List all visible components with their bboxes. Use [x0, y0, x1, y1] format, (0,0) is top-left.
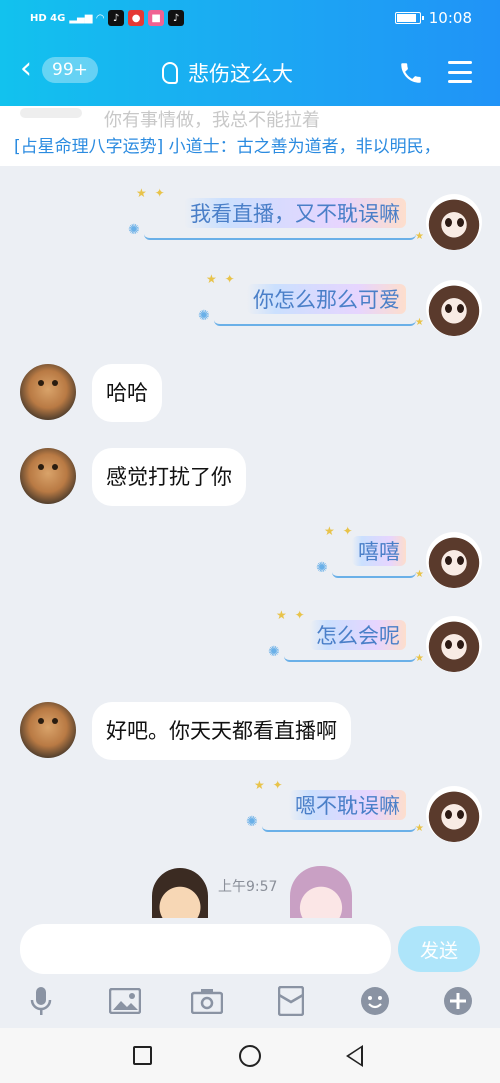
ear-icon [162, 62, 178, 84]
status-time: 10:08 [428, 9, 472, 27]
chat-header: HD 4G ▂▄▆ ◠ ♪ ● ■ ♪ 10:08 ‹ 99+ 悲伤这么大 [0, 0, 500, 106]
recent-apps-icon[interactable] [133, 1046, 152, 1065]
wave-decoration [262, 822, 416, 832]
star-decoration: ★ [415, 231, 424, 242]
send-button[interactable]: 发送 [398, 926, 480, 972]
plus-icon[interactable] [441, 984, 475, 1018]
avatar[interactable] [20, 448, 76, 504]
wave-decoration [284, 652, 416, 662]
wave-decoration [214, 316, 416, 326]
message-input[interactable] [20, 924, 391, 974]
message-text: 我看直播，又不耽误嘛 [184, 198, 406, 228]
message-text: 怎么会呢 [310, 620, 406, 650]
status-left: HD 4G ▂▄▆ ◠ ♪ ● ■ ♪ [30, 10, 185, 26]
star-decoration: ★ ✦ [254, 778, 285, 792]
chat-toolbar [0, 980, 500, 1024]
wave-decoration [144, 230, 416, 240]
star-decoration: ★ [415, 653, 424, 664]
star-decoration: ★ ✦ [324, 524, 355, 538]
red-packet-icon[interactable] [274, 984, 308, 1018]
message-bubble-outgoing[interactable]: ★ ✦ ✺ 嗯不耽误嘛 ★ [246, 778, 424, 834]
octopus-decoration: ✺ [316, 560, 328, 576]
network-indicator: HD 4G [30, 12, 66, 24]
message-bubble-incoming[interactable]: 好吧。你天天都看直播啊 [92, 702, 351, 760]
avatar[interactable] [426, 616, 482, 672]
unread-badge[interactable]: 99+ [42, 57, 98, 83]
message-text: 嘻嘻 [352, 536, 406, 566]
tiktok-app-icon-2: ♪ [168, 10, 185, 26]
boy-sticker [152, 868, 208, 924]
message-bubble-outgoing[interactable]: ★ ✦ ✺ 我看直播，又不耽误嘛 ★ [128, 186, 424, 242]
chat-title: 悲伤这么大 [188, 62, 293, 86]
status-right: 10:08 [394, 9, 472, 27]
message-bubble-outgoing[interactable]: ★ ✦ ✺ 你怎么那么可爱 ★ [198, 272, 424, 328]
avatar[interactable] [20, 702, 76, 758]
signal-icon: ▂▄▆ [69, 12, 93, 24]
wave-decoration [332, 568, 416, 578]
message-bubble-outgoing[interactable]: ★ ✦ ✺ 怎么会呢 ★ [268, 608, 424, 664]
status-bar: HD 4G ▂▄▆ ◠ ♪ ● ■ ♪ 10:08 [0, 0, 500, 36]
image-icon[interactable] [108, 984, 142, 1018]
avatar[interactable] [20, 364, 76, 420]
avatar[interactable] [426, 194, 482, 250]
chat-nav: ‹ 99+ 悲伤这么大 [0, 44, 500, 100]
group-notice[interactable]: 你有事情做，我总不能拉着 [占星命理八字运势] 小道士：古之善为道者，非以明民， [0, 106, 500, 166]
star-decoration: ★ [415, 317, 424, 328]
home-icon[interactable] [239, 1045, 261, 1067]
tiktok-app-icon: ♪ [108, 10, 125, 26]
octopus-decoration: ✺ [246, 814, 258, 830]
camera-icon[interactable] [190, 984, 224, 1018]
octopus-decoration: ✺ [198, 308, 210, 324]
phone-icon[interactable] [398, 60, 424, 86]
message-text: 嗯不耽误嘛 [289, 790, 406, 820]
star-decoration: ★ ✦ [136, 186, 167, 200]
emoji-icon[interactable] [358, 984, 392, 1018]
wifi-icon: ◠ [96, 12, 105, 24]
octopus-decoration: ✺ [128, 222, 140, 238]
battery-icon [394, 12, 424, 24]
girl-sticker [290, 866, 352, 924]
avatar[interactable] [426, 786, 482, 842]
notice-faded-text: 你有事情做，我总不能拉着 [104, 110, 320, 131]
star-decoration: ★ ✦ [206, 272, 237, 286]
star-decoration: ★ [415, 569, 424, 580]
message-text: 你怎么那么可爱 [247, 284, 406, 314]
octopus-decoration: ✺ [268, 644, 280, 660]
chat-title-area[interactable]: 悲伤这么大 [162, 58, 293, 88]
star-decoration: ★ ✦ [276, 608, 307, 622]
notice-ghost-avatar [20, 108, 82, 118]
system-nav-bar [0, 1028, 500, 1083]
message-bubble-incoming[interactable]: 感觉打扰了你 [92, 448, 246, 506]
notice-text: [占星命理八字运势] 小道士：古之善为道者，非以明民， [14, 137, 441, 157]
star-decoration: ★ [415, 823, 424, 834]
message-bubble-incoming[interactable]: 哈哈 [92, 364, 162, 422]
pink-app-icon: ■ [148, 10, 165, 26]
message-bubble-outgoing[interactable]: ★ ✦ ✺ 嘻嘻 ★ [316, 524, 424, 580]
menu-icon[interactable] [448, 61, 472, 83]
red-app-icon: ● [128, 10, 145, 26]
input-bar: 发送 [0, 918, 500, 1028]
microphone-icon[interactable] [24, 984, 58, 1018]
avatar[interactable] [426, 280, 482, 336]
message-timestamp: 上午9:57 [218, 879, 278, 895]
avatar[interactable] [426, 532, 482, 588]
back-icon[interactable] [346, 1045, 363, 1067]
chevron-left-icon[interactable]: ‹ [20, 54, 32, 84]
